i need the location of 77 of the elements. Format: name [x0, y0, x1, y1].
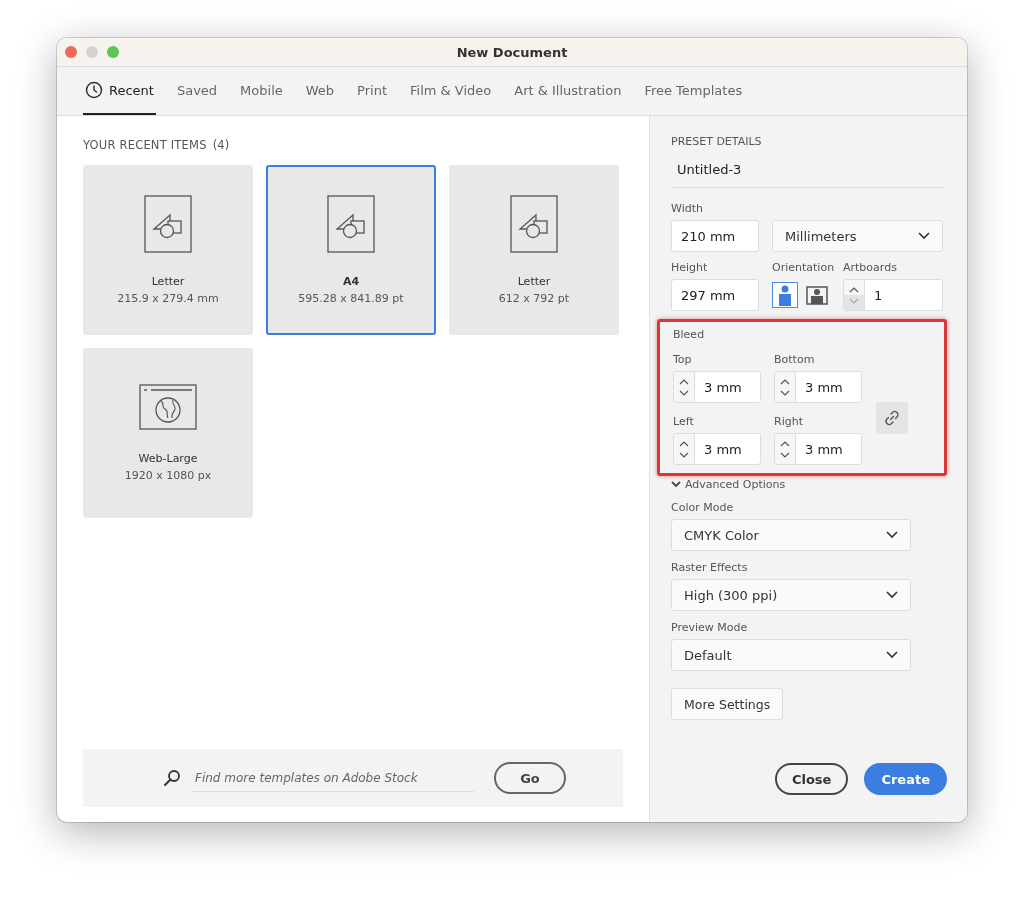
preset-size: 215.9 x 279.4 mm: [117, 292, 219, 305]
advanced-options-toggle[interactable]: Advanced Options: [671, 478, 786, 491]
preset-card[interactable]: Web-Large 1920 x 1080 px: [83, 348, 253, 518]
section-heading: YOUR RECENT ITEMS: [83, 138, 207, 152]
field-label: Color Mode: [671, 501, 734, 514]
person-icon: [777, 284, 793, 306]
preset-name: Letter: [517, 275, 551, 288]
tab[interactable]: Mobile: [238, 67, 285, 115]
preset-name: A4: [342, 275, 360, 288]
dropdown[interactable]: High (300 ppi): [671, 579, 911, 611]
search-icon: [163, 769, 181, 787]
preset-name: Letter: [151, 275, 185, 288]
preset-card[interactable]: Letter 215.9 x 279.4 mm: [83, 165, 253, 335]
units-dropdown[interactable]: Millimeters: [772, 220, 943, 252]
framed-person-icon: [806, 284, 828, 306]
field-label: Right: [774, 415, 804, 428]
tab[interactable]: Web: [303, 67, 337, 115]
decrement-button[interactable]: [780, 389, 790, 396]
tab[interactable]: Print: [355, 67, 389, 115]
field-label: Preview Mode: [671, 621, 748, 634]
bleed-stepper[interactable]: 3 mm: [774, 433, 862, 465]
search-field[interactable]: Find more templates on Adobe Stock: [191, 764, 474, 792]
create-button[interactable]: Create: [864, 763, 947, 795]
preset-card[interactable]: A4 595.28 x 841.89 pt: [266, 165, 436, 335]
tab[interactable]: Film & Video: [408, 67, 494, 115]
close-button[interactable]: Close: [774, 763, 849, 795]
document-icon: [144, 195, 192, 253]
preset-size: 612 x 792 pt: [498, 292, 570, 305]
field-label: Bottom: [774, 353, 816, 366]
field-label: Artboards: [843, 261, 897, 274]
width-field[interactable]: 210 mm: [671, 220, 759, 252]
decrement-button[interactable]: [679, 451, 689, 458]
chevron-down-icon: [886, 531, 898, 539]
browser-globe-icon: [139, 384, 197, 430]
field-label: Top: [673, 353, 693, 366]
field-label: Bleed: [673, 328, 706, 341]
increment-button[interactable]: [780, 378, 790, 385]
dropdown[interactable]: Default: [671, 639, 911, 671]
document-icon: [327, 195, 375, 253]
chevron-down-icon: [918, 232, 930, 240]
chevron-down-icon: [886, 651, 898, 659]
go-button[interactable]: Go: [494, 762, 566, 794]
dropdown[interactable]: CMYK Color: [671, 519, 911, 551]
field-label: Raster Effects: [671, 561, 748, 574]
field-label: Height: [671, 261, 709, 274]
preset-size: 595.28 x 841.89 pt: [298, 292, 404, 305]
increment-button[interactable]: [679, 440, 689, 447]
chain-link-icon: [883, 409, 901, 427]
decrement-button[interactable]: [780, 451, 790, 458]
height-field[interactable]: 297 mm: [671, 279, 759, 311]
bleed-stepper[interactable]: 3 mm: [673, 371, 761, 403]
item-count: (4): [212, 138, 230, 152]
preset-card[interactable]: Letter 612 x 792 pt: [449, 165, 619, 335]
increment-button[interactable]: [780, 440, 790, 447]
preset-name: Web-Large: [138, 452, 198, 465]
bleed-stepper[interactable]: 3 mm: [673, 433, 761, 465]
clock-icon: [85, 81, 103, 99]
tab[interactable]: Recent: [83, 67, 156, 115]
more-settings-button[interactable]: More Settings: [671, 688, 784, 720]
tab[interactable]: Art & Illustration: [512, 67, 624, 115]
section-heading: PRESET DETAILS: [671, 135, 762, 148]
field-label: Width: [671, 202, 703, 215]
tab[interactable]: Saved: [174, 67, 220, 115]
document-name-field[interactable]: Untitled-3: [671, 152, 943, 188]
portrait-button[interactable]: [772, 282, 798, 308]
preset-size: 1920 x 1080 px: [124, 469, 212, 482]
increment-button[interactable]: [679, 378, 689, 385]
document-icon: [510, 195, 558, 253]
close-window-button[interactable]: [65, 46, 77, 58]
window-title: New Document: [456, 44, 568, 60]
chevron-down-icon: [886, 591, 898, 599]
tab[interactable]: Free Templates: [642, 67, 745, 115]
decrement-button[interactable]: [679, 389, 689, 396]
chevron-down-icon: [671, 481, 681, 488]
link-button[interactable]: [876, 402, 908, 434]
field-label: Left: [673, 415, 695, 428]
bleed-stepper[interactable]: 3 mm: [774, 371, 862, 403]
